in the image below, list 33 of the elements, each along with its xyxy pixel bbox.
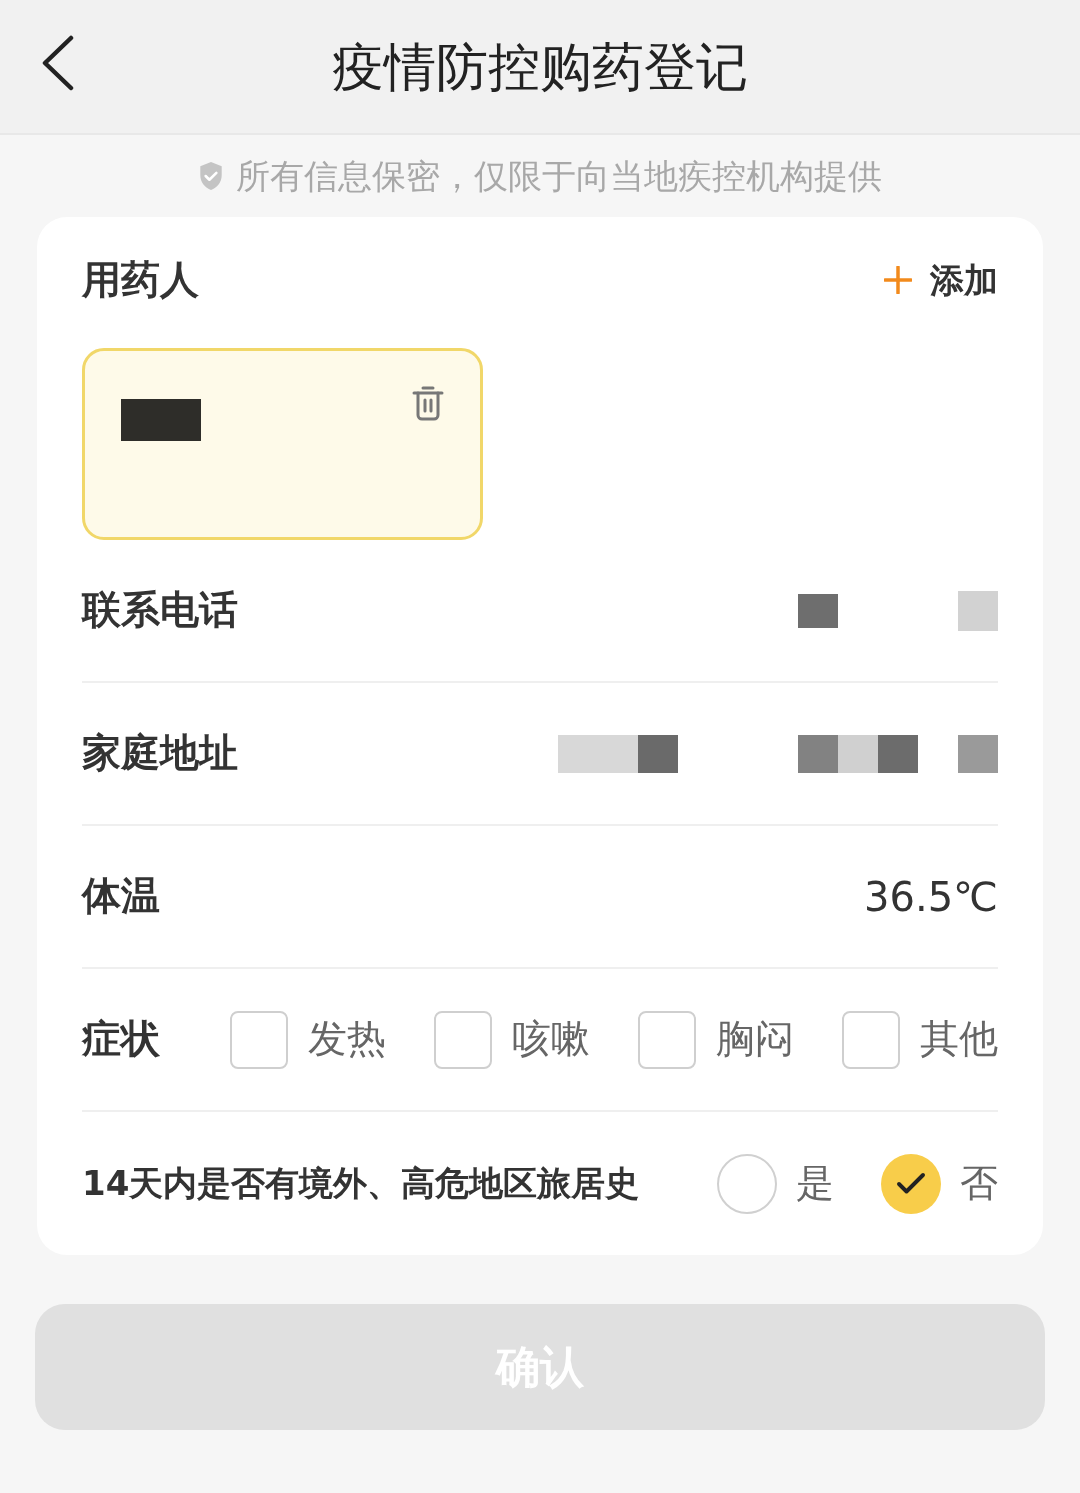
delete-button[interactable] [412, 385, 444, 421]
field-label: 症状 [82, 1015, 160, 1064]
checkbox[interactable] [434, 1010, 492, 1069]
plus-icon [884, 266, 912, 294]
shield-check-icon [198, 161, 224, 191]
checkmark-icon [896, 1171, 926, 1196]
trash-icon [412, 385, 444, 421]
page-title: 疫情防控购药登记 [332, 35, 748, 99]
field-label: 用药人 [82, 255, 199, 304]
field-label: 14天内是否有境外、高危地区旅居史 [82, 1162, 640, 1205]
option-label: 发热 [308, 1015, 386, 1064]
add-button[interactable]: 添加 [884, 254, 998, 306]
checkbox[interactable] [842, 1010, 900, 1069]
option-label: 胸闷 [716, 1015, 794, 1064]
option-label: 咳嗽 [512, 1015, 590, 1064]
redaction-block [958, 590, 998, 631]
redaction-block [798, 734, 838, 773]
redaction-block [798, 593, 838, 628]
checkbox[interactable] [638, 1010, 696, 1069]
temperature-value: 36.5℃ [864, 872, 998, 922]
patient-card[interactable] [82, 348, 483, 540]
redaction-block [838, 734, 878, 773]
field-label: 家庭地址 [82, 729, 238, 778]
option-label: 否 [960, 1160, 998, 1207]
checkbox[interactable] [230, 1010, 288, 1069]
field-label: 联系电话 [82, 586, 238, 635]
option-label: 其他 [920, 1015, 998, 1064]
redaction-block [958, 734, 998, 773]
field-label: 体温 [82, 872, 160, 921]
chevron-left-icon [40, 35, 74, 91]
privacy-notice: 所有信息保密，仅限于向当地疾控机构提供 [236, 154, 882, 198]
option-label: 是 [796, 1160, 834, 1207]
redaction-block [878, 734, 918, 773]
